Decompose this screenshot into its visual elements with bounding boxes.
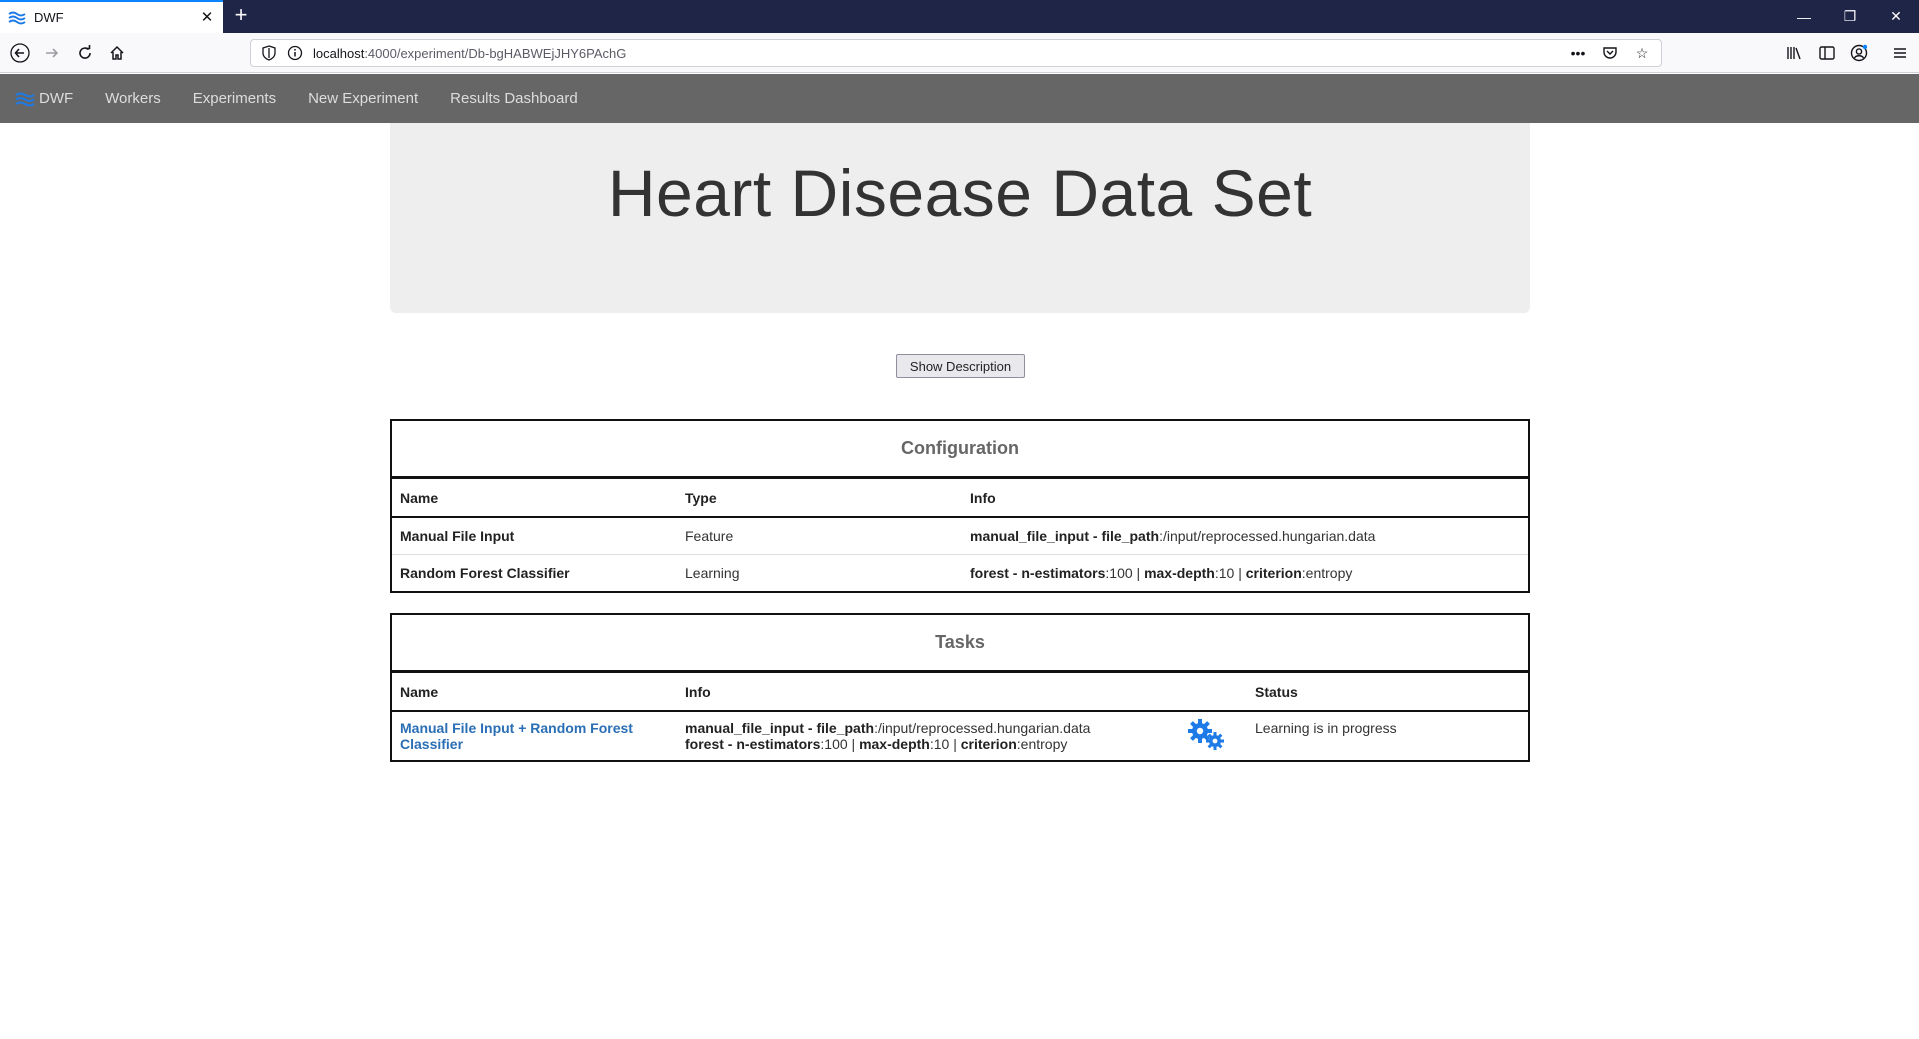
info-icon[interactable] [287,45,303,61]
url-path: :4000/experiment/Db-bgHABWEjJHY6PAchG [364,45,627,61]
column-header-name: Name [392,673,677,712]
url-actions: ••• ☆ [1567,44,1653,62]
task-info: manual_file_input - file_path:/input/rep… [677,711,1187,760]
brand-link[interactable]: DWF [15,90,73,107]
column-header-status: Status [1247,673,1528,712]
restore-icon[interactable]: ❐ [1827,0,1873,33]
column-header-type: Type [677,479,962,518]
info-separator: - [723,736,737,752]
bookmark-star-icon[interactable]: ☆ [1631,44,1653,62]
status-icon-cell [1187,711,1247,760]
column-header-icon [1187,673,1247,712]
more-actions-icon[interactable]: ••• [1567,44,1589,62]
task-info-line: manual_file_input - file_path:/input/rep… [685,720,1179,736]
shield-icon[interactable] [261,45,277,61]
param-key: criterion [1245,564,1302,581]
app-navbar: DWF Workers Experiments New Experiment R… [0,74,1919,123]
nav-results-dashboard-link[interactable]: Results Dashboard [434,74,594,123]
nav-new-experiment-link[interactable]: New Experiment [292,74,434,123]
close-tab-icon[interactable]: ✕ [199,9,215,26]
info-value: :/input/reprocessed.hungarian.data [874,720,1091,736]
table-row: Random Forest Classifier Learning forest… [392,553,1528,591]
brand-label: DWF [39,90,74,107]
config-type: Learning [677,553,962,591]
config-info: forest - n-estimators:100 | max-depth:10… [962,553,1528,591]
page-title: Heart Disease Data Set [607,156,1313,230]
param-key: n-estimators [1021,564,1106,581]
task-info-line: forest - n-estimators:100 | max-depth:10… [685,736,1068,752]
info-separator: - [1089,527,1102,544]
info-key: forest [685,736,724,752]
column-header-info: Info [677,673,1187,712]
param-value: :entropy [1016,736,1068,752]
param-key: criterion [960,736,1017,752]
info-param: file_path [816,720,875,736]
nav-experiments-link[interactable]: Experiments [177,74,292,123]
param-key: n-estimators [736,736,821,752]
menu-icon[interactable] [1888,41,1912,65]
tasks-panel: Tasks Name Info Status Manual File Input… [390,613,1530,762]
info-key: manual_file_input [970,527,1090,544]
info-value: :/input/reprocessed.hungarian.data [1159,527,1376,544]
window-controls: — ❐ ✕ [1781,0,1919,33]
tasks-title: Tasks [392,615,1528,673]
param-value: :10 [929,736,950,752]
back-icon[interactable] [8,41,32,65]
task-name-cell: Manual File Input + Random Forest Classi… [392,711,677,760]
home-icon[interactable] [105,41,129,65]
info-separator: - [804,720,817,736]
pocket-icon[interactable] [1599,44,1621,62]
param-key: max-depth [859,736,930,752]
param-value: :10 [1214,564,1235,581]
task-status: Learning is in progress [1255,720,1397,736]
browser-tab-strip: DWF ✕ + — ❐ ✕ [0,0,1919,33]
forward-icon[interactable] [40,41,64,65]
reload-icon[interactable] [73,41,97,65]
new-tab-icon[interactable]: + [229,4,253,28]
table-row: Manual File Input Feature manual_file_in… [392,517,1528,554]
config-name: Manual File Input [400,527,515,544]
close-window-icon[interactable]: ✕ [1873,0,1919,33]
browser-toolbar: localhost:4000/experiment/Db-bgHABWEjJHY… [0,33,1919,73]
info-key: manual_file_input [685,720,805,736]
browser-tab[interactable]: DWF ✕ [0,0,223,33]
configuration-table: Name Type Info Manual File Input Feature… [392,479,1528,591]
config-type: Feature [685,527,734,544]
column-header-info: Info [962,479,1528,518]
task-link[interactable]: Manual File Input + Random Forest Classi… [400,720,633,752]
tab-title: DWF [34,10,64,25]
sidebar-icon[interactable] [1815,41,1839,65]
config-name: Random Forest Classifier [392,553,677,591]
info-param: file_path [1101,527,1160,544]
table-row: Manual File Input + Random Forest Classi… [392,711,1528,760]
configuration-panel: Configuration Name Type Info Manual File… [390,419,1530,593]
tasks-table: Name Info Status Manual File Input + Ran… [392,673,1528,760]
dwf-logo-icon [15,92,35,106]
configuration-title: Configuration [392,421,1528,479]
url-text: localhost:4000/experiment/Db-bgHABWEjJHY… [313,46,626,61]
param-value: :entropy [1301,564,1353,581]
config-info: manual_file_input - file_path:/input/rep… [962,517,1528,554]
account-icon[interactable] [1847,41,1871,65]
show-description-button[interactable]: Show Description [896,354,1025,378]
param-value: :100 [1105,564,1133,581]
gears-icon [1188,719,1224,750]
param-key: max-depth [1144,564,1215,581]
info-separator: - [1008,564,1022,581]
library-icon[interactable] [1782,41,1806,65]
minimize-icon[interactable]: — [1781,0,1827,33]
info-key: forest [970,564,1009,581]
dwf-logo-icon [8,11,26,24]
nav-workers-link[interactable]: Workers [89,74,177,123]
address-bar[interactable]: localhost:4000/experiment/Db-bgHABWEjJHY… [250,39,1662,67]
param-value: :100 [820,736,848,752]
url-host: localhost [313,45,365,61]
column-header-name: Name [392,479,677,518]
jumbotron: Heart Disease Data Set [390,123,1530,313]
